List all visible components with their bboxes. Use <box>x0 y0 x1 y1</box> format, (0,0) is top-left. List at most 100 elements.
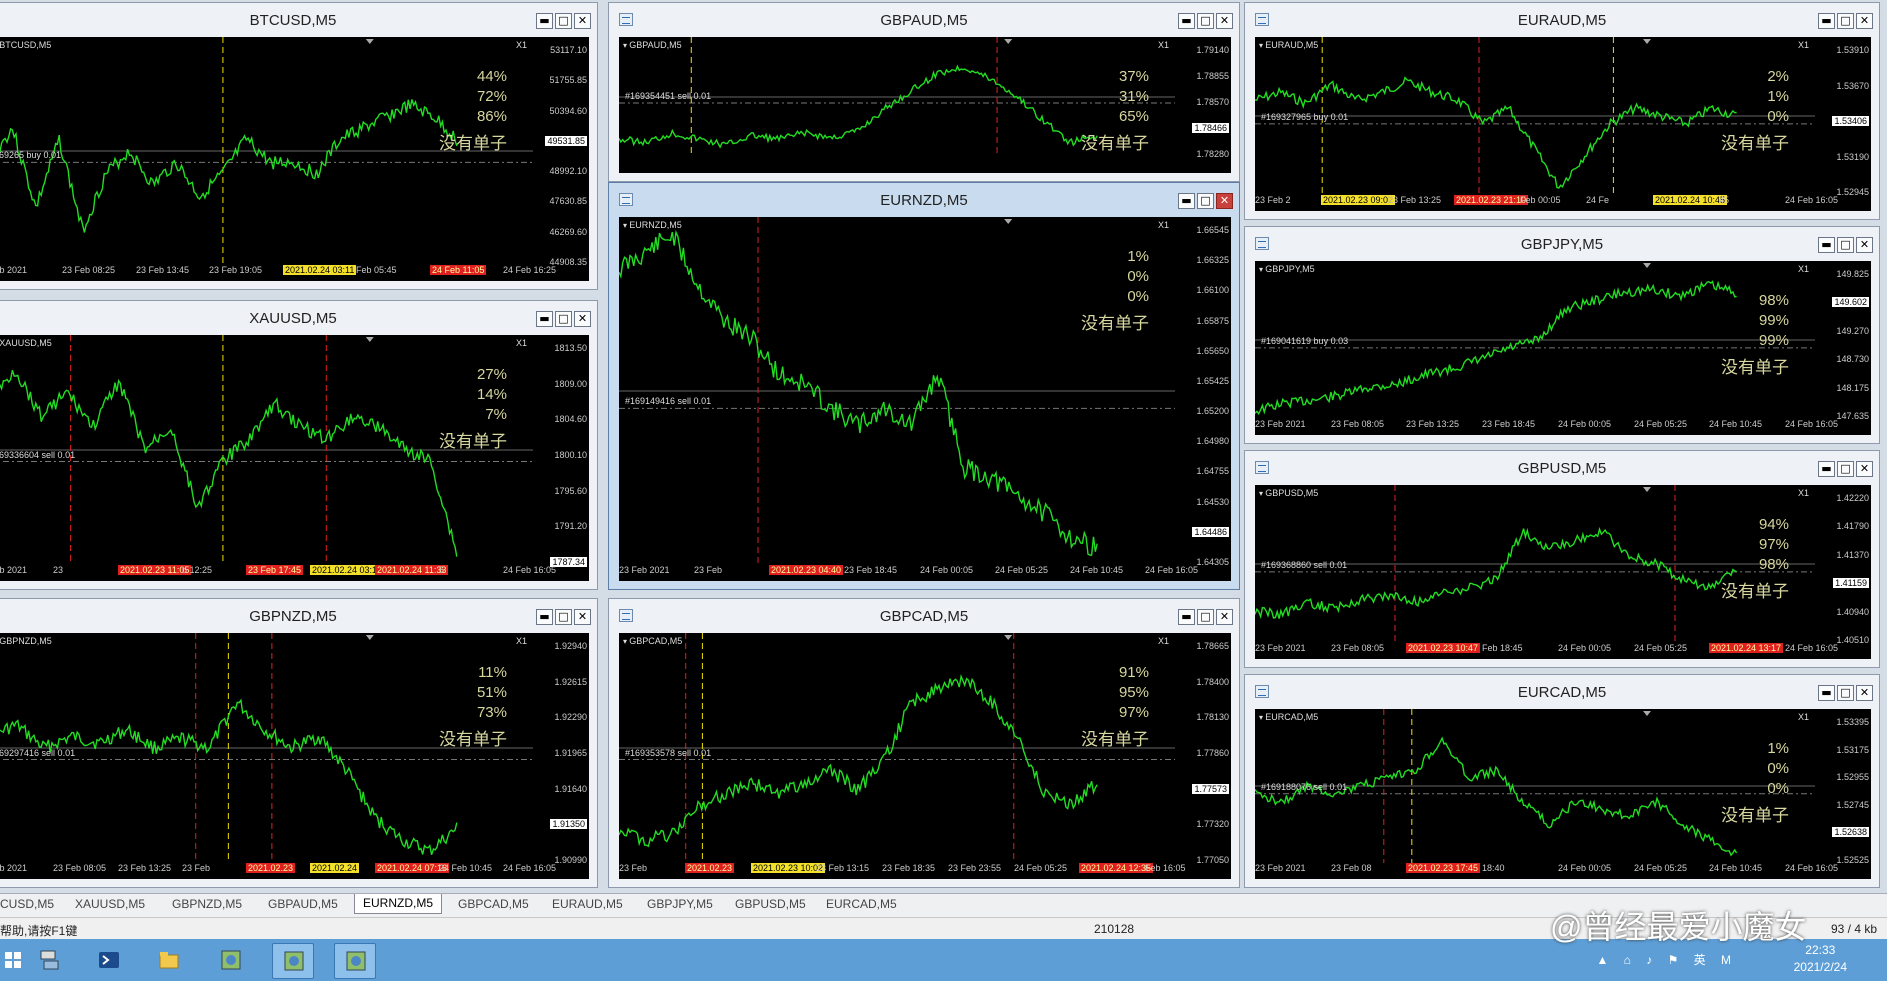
maximize-button[interactable]: □ <box>1197 13 1214 29</box>
tab-gbpaud[interactable]: GBPAUD,M5 <box>268 897 338 911</box>
time-tick: 23 Feb 19:05 <box>209 265 263 275</box>
tab-xauusd[interactable]: XAUUSD,M5 <box>75 897 145 911</box>
price-series-line <box>619 673 1098 848</box>
close-button[interactable]: ✕ <box>574 311 591 327</box>
window-title-bar[interactable]: GBPCAD,M5 ▬ □ ✕ <box>609 599 1239 633</box>
taskbar-mt4-1[interactable] <box>210 943 250 977</box>
tab-gbpcad[interactable]: GBPCAD,M5 <box>458 897 529 911</box>
close-button[interactable]: ✕ <box>1856 237 1873 253</box>
minimize-button[interactable]: ▬ <box>536 13 553 29</box>
chart-plot-area[interactable]: GBPNZD,M5 X1 11% 51% 73% 没有单子 #169297416… <box>0 633 589 879</box>
close-button[interactable]: ✕ <box>574 609 591 625</box>
tab-eurnzd[interactable]: EURNZD,M5 <box>354 894 443 914</box>
minimize-button[interactable]: ▬ <box>1178 609 1195 625</box>
window-title-bar[interactable]: EURCAD,M5 ▬ □ ✕ <box>1245 675 1879 709</box>
time-axis: 23 Feb 2021 23 Feb 08 2021.02.23 17:45 18:4… <box>1255 863 1838 877</box>
window-title: EURAUD,M5 <box>1517 12 1607 29</box>
chart-plot-area[interactable]: BTCUSD,M5 X1 44% 72% 86% 没有单子 #169265 bu… <box>0 37 589 281</box>
window-title-bar[interactable]: GBPJPY,M5 ▬ □ ✕ <box>1245 227 1879 261</box>
taskbar-server-manager[interactable] <box>28 943 68 977</box>
maximize-button[interactable]: □ <box>1837 237 1854 253</box>
price-tick: 1.65650 <box>1196 346 1229 356</box>
tab-gbpnzd[interactable]: GBPNZD,M5 <box>172 897 242 911</box>
close-button[interactable]: ✕ <box>1216 609 1233 625</box>
maximize-button[interactable]: □ <box>1197 609 1214 625</box>
window-title-bar[interactable]: GBPNZD,M5 ▬ □ ✕ <box>0 599 597 633</box>
minimize-button[interactable]: ▬ <box>1818 13 1835 29</box>
indicator-percent: 98% <box>1758 556 1789 573</box>
time-axis: 23 Feb 2021 23 Feb 2021.02.23 04:40 23 Feb … <box>619 565 1198 579</box>
taskbar-mt4-2[interactable] <box>272 943 314 979</box>
chart-window-btcusd[interactable]: BTCUSD,M5 ▬ □ ✕ BTCUSD,M5 X1 44% 72% 86%… <box>0 2 598 290</box>
maximize-button[interactable]: □ <box>1837 685 1854 701</box>
tab-euraud[interactable]: EURAUD,M5 <box>552 897 623 911</box>
chart-window-gbpusd[interactable]: GBPUSD,M5 ▬ □ ✕ GBPUSD,M5 X1 94% 97% 98%… <box>1244 450 1880 668</box>
close-button[interactable]: ✕ <box>1856 685 1873 701</box>
zoom-label: X1 <box>515 338 527 348</box>
indicator-percent-list: 44% 72% 86% <box>477 67 507 127</box>
chart-window-gbpcad[interactable]: GBPCAD,M5 ▬ □ ✕ GBPCAD,M5 X1 91% 95% 97%… <box>608 598 1240 888</box>
taskbar-powershell[interactable] <box>88 943 128 977</box>
close-button[interactable]: ✕ <box>1856 461 1873 477</box>
chart-plot-area[interactable]: GBPUSD,M5 X1 94% 97% 98% 没有单子 #169368860… <box>1255 485 1871 659</box>
chart-plot-area[interactable]: EURAUD,M5 X1 2% 1% 0% 没有单子 #169327965 bu… <box>1255 37 1871 211</box>
minimize-button[interactable]: ▬ <box>536 609 553 625</box>
window-title-bar[interactable]: GBPAUD,M5 ▬ □ ✕ <box>609 3 1239 37</box>
window-title-bar[interactable]: GBPUSD,M5 ▬ □ ✕ <box>1245 451 1879 485</box>
window-title-bar[interactable]: EURAUD,M5 ▬ □ ✕ <box>1245 3 1879 37</box>
zoom-label: X1 <box>515 636 527 646</box>
chart-window-euraud[interactable]: EURAUD,M5 ▬ □ ✕ EURAUD,M5 X1 2% 1% 0% 没有… <box>1244 2 1880 220</box>
maximize-button[interactable]: □ <box>1197 193 1214 209</box>
minimize-button[interactable]: ▬ <box>1818 461 1835 477</box>
close-button[interactable]: ✕ <box>1856 13 1873 29</box>
time-tick: 2021.02.24 11:33 <box>375 565 449 575</box>
order-note: 没有单子 <box>1081 314 1149 333</box>
chart-window-gbpjpy[interactable]: GBPJPY,M5 ▬ □ ✕ GBPJPY,M5 X1 98% 99% 99%… <box>1244 226 1880 444</box>
indicator-percent: 31% <box>1118 88 1149 105</box>
minimize-button[interactable]: ▬ <box>536 311 553 327</box>
maximize-button[interactable]: □ <box>555 13 572 29</box>
price-tick: 1.53395 <box>1836 717 1869 727</box>
chart-plot-area[interactable]: GBPAUD,M5 X1 37% 31% 65% 没有单子 #169354451… <box>619 37 1231 173</box>
chart-window-eurnzd[interactable]: EURNZD,M5 ▬ □ ✕ EURNZD,M5 X1 1% 0% 0% 没有… <box>608 182 1240 590</box>
tab-btcusd[interactable]: CUSD,M5 <box>0 897 54 911</box>
chart-shift-marker <box>365 635 374 640</box>
minimize-button[interactable]: ▬ <box>1178 193 1195 209</box>
close-button[interactable]: ✕ <box>574 13 591 29</box>
window-title-bar[interactable]: BTCUSD,M5 ▬ □ ✕ <box>0 3 597 37</box>
taskbar-mt4-3[interactable] <box>334 943 376 979</box>
taskbar-explorer[interactable] <box>148 943 188 977</box>
chart-window-xauusd[interactable]: XAUUSD,M5 ▬ □ ✕ XAUUSD,M5 X1 27% 14% 7% … <box>0 300 598 590</box>
window-title-bar[interactable]: XAUUSD,M5 ▬ □ ✕ <box>0 301 597 335</box>
chart-plot-area[interactable]: EURCAD,M5 X1 1% 0% 0% 没有单子 #169188076 se… <box>1255 709 1871 879</box>
price-axis: 1.53910 1.53670 1.53406 1.53190 1.52945 <box>1813 37 1871 197</box>
tab-gbpusd[interactable]: GBPUSD,M5 <box>735 897 806 911</box>
maximize-button[interactable]: □ <box>1837 13 1854 29</box>
minimize-button[interactable]: ▬ <box>1178 13 1195 29</box>
chart-plot-area[interactable]: EURNZD,M5 X1 1% 0% 0% 没有单子 #169149416 se… <box>619 217 1231 581</box>
tab-gbpjpy[interactable]: GBPJPY,M5 <box>647 897 713 911</box>
time-tick: 23 Feb <box>182 863 211 873</box>
chart-window-gbpnzd[interactable]: GBPNZD,M5 ▬ □ ✕ GBPNZD,M5 X1 11% 51% 73%… <box>0 598 598 888</box>
minimize-button[interactable]: ▬ <box>1818 685 1835 701</box>
maximize-button[interactable]: □ <box>555 609 572 625</box>
order-line-label: #169265 buy 0.01 <box>0 150 62 160</box>
chart-plot-area[interactable]: GBPJPY,M5 X1 98% 99% 99% 没有单子 #169041619… <box>1255 261 1871 435</box>
chart-plot-area[interactable]: GBPCAD,M5 X1 91% 95% 97% 没有单子 #169353578… <box>619 633 1231 879</box>
price-chart <box>1255 37 1815 195</box>
maximize-button[interactable]: □ <box>555 311 572 327</box>
system-tray[interactable]: ▲ ⌂ ♪ ⚑ 英 M <box>1596 951 1737 968</box>
window-title-bar[interactable]: EURNZD,M5 ▬ □ ✕ <box>609 183 1239 217</box>
zoom-label: X1 <box>1157 40 1169 50</box>
maximize-button[interactable]: □ <box>1837 461 1854 477</box>
close-button[interactable]: ✕ <box>1216 13 1233 29</box>
chart-window-gbpaud[interactable]: GBPAUD,M5 ▬ □ ✕ GBPAUD,M5 X1 37% 31% 65%… <box>608 2 1240 182</box>
indicator-percent: 0% <box>1767 780 1789 797</box>
close-button[interactable]: ✕ <box>1216 193 1233 209</box>
time-tick: 2021.02.24 <box>310 863 360 873</box>
indicator-percent: 44% <box>476 68 507 85</box>
minimize-button[interactable]: ▬ <box>1818 237 1835 253</box>
chart-plot-area[interactable]: XAUUSD,M5 X1 27% 14% 7% 没有单子 #169336604 … <box>0 335 589 581</box>
chart-window-eurcad[interactable]: EURCAD,M5 ▬ □ ✕ EURCAD,M5 X1 1% 0% 0% 没有… <box>1244 674 1880 888</box>
tab-eurcad[interactable]: EURCAD,M5 <box>826 897 897 911</box>
